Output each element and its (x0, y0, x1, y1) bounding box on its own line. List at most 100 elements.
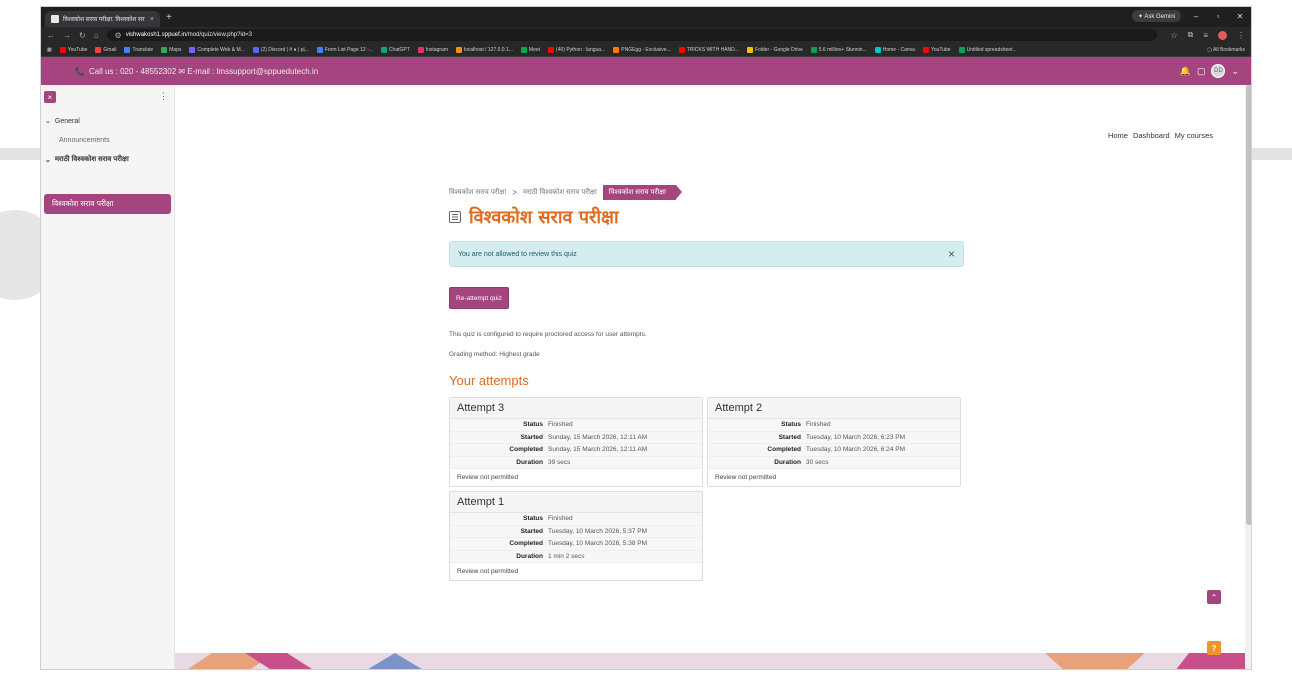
attempt-title: Attempt 3 (450, 398, 702, 419)
bookmark-item[interactable]: localhost / 127.0.0.1... (456, 46, 513, 53)
label-duration: Duration (516, 552, 543, 560)
reading-list-icon[interactable]: ≡ (1203, 31, 1208, 40)
label-status: Status (781, 421, 801, 429)
bookmark-item[interactable]: Form List Page 12 -... (316, 46, 373, 53)
bookmark-item[interactable]: YouTube (59, 46, 87, 53)
bookmark-item[interactable]: Complete Web & M... (189, 46, 245, 53)
bookmark-item[interactable]: TRICKS WITH HAND... (678, 46, 739, 53)
reload-icon[interactable]: ↻ (79, 31, 86, 40)
sidebar-menu-icon[interactable]: ⋮ (159, 91, 168, 102)
value-completed: Sunday, 15 March 2026, 12:11 AM (548, 446, 648, 454)
bookmark-label: Home - Canva (882, 46, 915, 53)
nav-my-courses-link[interactable]: My courses (1175, 131, 1213, 140)
sidebar-item-announcements[interactable]: Announcements (59, 137, 110, 144)
attempt-row-duration: Duration 39 secs (450, 456, 702, 469)
reattempt-quiz-button[interactable]: Re-attempt quiz (449, 287, 509, 309)
close-window-icon[interactable]: ✕ (1233, 12, 1247, 21)
footer-shape (365, 653, 425, 669)
info-alert: You are not allowed to review this quiz … (449, 241, 964, 267)
section-general[interactable]: ⌄ General (45, 117, 80, 126)
bookmark-item[interactable]: PNGEgg - Exclusive... (613, 46, 671, 53)
attempt-row-status: Status Finished (450, 419, 702, 432)
bookmark-item[interactable]: (40) Python : langua... (548, 46, 605, 53)
bookmark-item[interactable]: Translate (124, 46, 153, 53)
tab-close-icon[interactable]: × (150, 16, 154, 23)
header-actions: 🔔 ▢ DD ⌄ (1180, 64, 1239, 78)
value-duration: 30 secs (806, 458, 829, 466)
breadcrumb-current: विश्वकोश सराव परीक्षा (602, 185, 683, 200)
minimize-icon[interactable]: – (1189, 12, 1203, 21)
bookmark-item[interactable]: Maps (161, 46, 182, 53)
home-icon[interactable]: ⌂ (94, 31, 99, 40)
bookmark-favicon-icon (380, 46, 387, 53)
breadcrumb-item[interactable]: विश्वकोश सराव परीक्षा (449, 188, 506, 197)
review-status-text: Review not permitted (457, 474, 519, 481)
value-status: Finished (806, 421, 831, 429)
site-info-icon[interactable]: ⚙ (115, 31, 122, 40)
bookmark-label: ChatGPT (388, 46, 410, 53)
user-menu-chevron-icon[interactable]: ⌄ (1231, 66, 1239, 77)
bookmark-item[interactable]: Untitled spreadsheet... (958, 46, 1017, 53)
label-completed: Completed (767, 446, 801, 454)
page-scrollbar[interactable] (1245, 85, 1251, 669)
apps-icon[interactable]: ▦ (47, 47, 52, 53)
bookmark-favicon-icon (810, 46, 817, 53)
bookmark-item[interactable]: Home - Canva (874, 46, 915, 53)
messages-icon[interactable]: ▢ (1197, 66, 1206, 77)
bookmarks-bar: ▦ YouTube Gmail Translate Maps Complete Web … (41, 43, 1251, 57)
bookmark-item[interactable]: ChatGPT (380, 46, 410, 53)
all-bookmarks-link[interactable]: ▢ All Bookmarks (1207, 47, 1245, 53)
attempt-row-status: Status Finished (450, 513, 702, 526)
bookmark-label: Meet (528, 46, 541, 53)
sidebar-item-active-quiz[interactable]: विश्वकोश सराव परीक्षा (44, 194, 171, 214)
browser-window: विश्वकोश सराव परीक्षा: विश्वकोश सर × + ✦… (40, 6, 1252, 670)
label-started: Started (778, 433, 801, 441)
bookmark-favicon-icon (252, 46, 259, 53)
page-title-text: विश्वकोश सराव परीक्षा (469, 207, 619, 228)
nav-home-link[interactable]: Home (1108, 131, 1128, 140)
bookmark-item[interactable]: YouTube (922, 46, 951, 53)
review-status-text: Review not permitted (457, 568, 519, 575)
scroll-to-top-button[interactable]: ⌃ (1207, 590, 1221, 604)
close-sidebar-icon[interactable]: × (44, 91, 56, 103)
decorative-footer-band (175, 653, 1245, 669)
value-status: Finished (548, 421, 573, 429)
browser-tab[interactable]: विश्वकोश सराव परीक्षा: विश्वकोश सर × (45, 11, 160, 27)
address-bar: ← → ↻ ⌂ ⚙ vishwakosh1.sppuef.in/mod/quiz… (41, 27, 1251, 43)
avatar[interactable]: DD (1211, 64, 1226, 78)
toolbar-actions: ☆ ⧉ ≡ ⋮ (1170, 30, 1245, 40)
bookmark-label: Maps (169, 46, 182, 53)
bookmark-item[interactable]: 5.6 million+ Stunnin... (810, 46, 867, 53)
help-button[interactable]: ? (1207, 641, 1221, 655)
ask-gemini-button[interactable]: ✦ Ask Gemini (1131, 10, 1181, 22)
bookmark-star-icon[interactable]: ☆ (1170, 31, 1177, 40)
attempt-card: Attempt 2 Status Finished Started Tuesday,… (707, 397, 961, 487)
breadcrumb-item[interactable]: मराठी विश्वकोश सराव परीक्षा (523, 188, 597, 197)
back-icon[interactable]: ← (47, 31, 55, 40)
bookmark-item[interactable]: Meet (520, 46, 541, 53)
new-tab-button[interactable]: + (166, 12, 172, 23)
section-marathi-quiz[interactable]: ⌄ मराठी विश्वकोश सराव परीक्षा (45, 155, 129, 164)
bookmark-item[interactable]: Folder - Google Drive (746, 46, 803, 53)
extensions-icon[interactable]: ⧉ (1188, 30, 1194, 40)
url-field[interactable]: ⚙ vishwakosh1.sppuef.in/mod/quiz/view.ph… (106, 29, 1157, 41)
bookmark-item[interactable]: Gmail (95, 46, 116, 53)
nav-dashboard-link[interactable]: Dashboard (1133, 131, 1170, 140)
scrollbar-thumb[interactable] (1246, 85, 1251, 525)
notifications-icon[interactable]: 🔔 (1180, 66, 1191, 77)
bookmark-favicon-icon (922, 46, 929, 53)
bookmark-item[interactable]: Instagram (417, 46, 448, 53)
alert-close-icon[interactable]: × (948, 247, 955, 261)
maximize-icon[interactable]: ▫ (1211, 12, 1225, 21)
breadcrumb-separator: > (512, 188, 517, 197)
browser-menu-icon[interactable]: ⋮ (1237, 31, 1245, 40)
profile-icon[interactable] (1218, 30, 1227, 40)
proctored-info-text: This quiz is configured to require proct… (449, 331, 647, 338)
bookmark-label: Complete Web & M... (197, 46, 245, 53)
value-completed: Tuesday, 10 March 2026, 6:24 PM (806, 446, 905, 454)
value-started: Tuesday, 10 March 2026, 5:37 PM (548, 527, 647, 535)
forward-icon[interactable]: → (63, 31, 71, 40)
bookmark-item[interactable]: (2) Discord | # ● | p|... (252, 46, 309, 53)
main-content: × ⋮ ⌄ General Announcements ⌄ मराठी विश्… (41, 85, 1251, 669)
phone-icon: 📞 (75, 66, 85, 76)
